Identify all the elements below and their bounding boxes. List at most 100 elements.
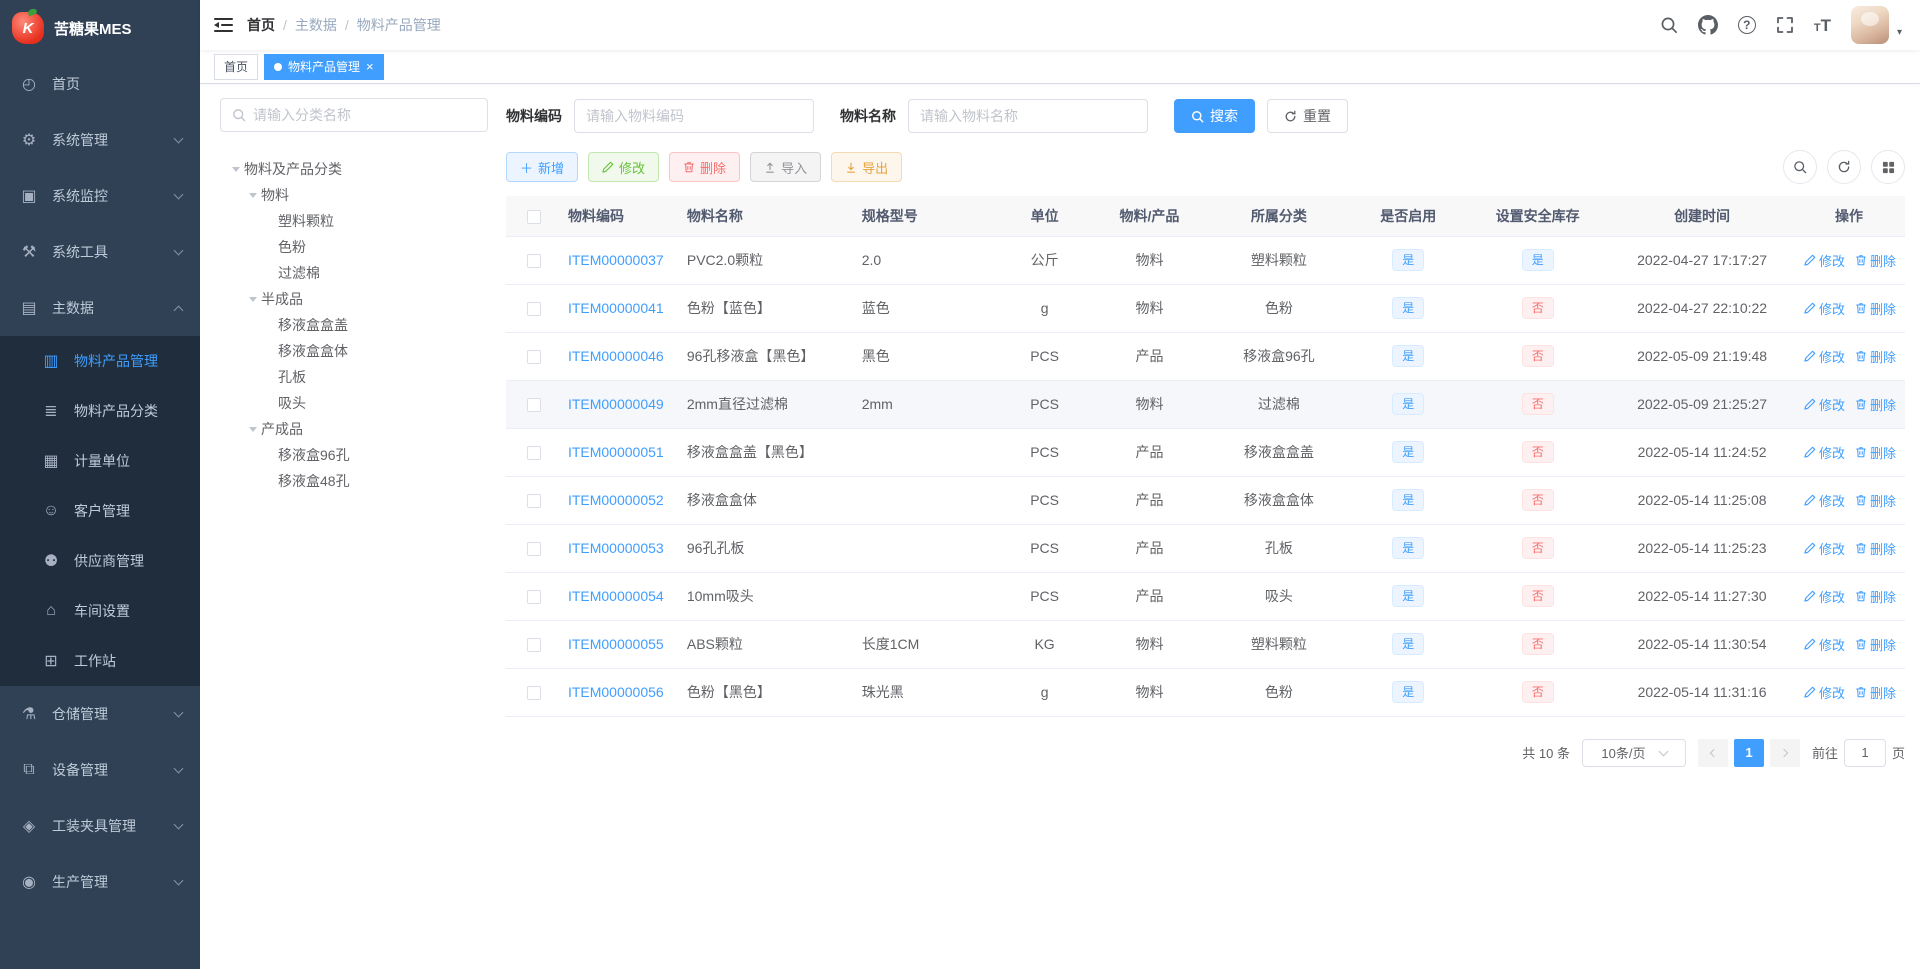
help-icon[interactable]: ?	[1737, 16, 1756, 34]
tree-node[interactable]: 塑料颗粒	[220, 208, 488, 234]
row-edit-link[interactable]: 修改	[1804, 395, 1845, 414]
import-button[interactable]: 导入	[750, 152, 822, 182]
row-edit-link[interactable]: 修改	[1804, 491, 1845, 510]
row-edit-link[interactable]: 修改	[1804, 443, 1845, 462]
sidebar-item-production[interactable]: ◉ 生产管理	[0, 854, 200, 910]
row-edit-link[interactable]: 修改	[1804, 251, 1845, 270]
tree-node[interactable]: 半成品	[220, 286, 488, 312]
github-icon[interactable]	[1697, 15, 1718, 35]
sidebar-item-fixture[interactable]: ◈ 工装夹具管理	[0, 798, 200, 854]
sidebar-item-workshop[interactable]: ⌂ 车间设置	[0, 586, 200, 636]
tree-node[interactable]: 移液盒96孔	[220, 442, 488, 468]
refresh-button[interactable]	[1827, 150, 1861, 184]
breadcrumb-item[interactable]: 主数据	[295, 15, 337, 35]
sidebar-item-device[interactable]: ⧉ 设备管理	[0, 742, 200, 798]
row-checkbox[interactable]	[526, 302, 541, 317]
item-code-link[interactable]: ITEM00000046	[568, 348, 664, 364]
reset-button[interactable]: 重置	[1267, 99, 1348, 133]
delete-button[interactable]: 删除	[669, 152, 741, 182]
tree-node[interactable]: 移液盒盒体	[220, 338, 488, 364]
select-all-checkbox[interactable]	[526, 209, 541, 224]
row-delete-link[interactable]: 删除	[1855, 491, 1896, 510]
row-checkbox[interactable]	[526, 590, 541, 605]
edit-button[interactable]: 修改	[588, 152, 660, 182]
row-delete-link[interactable]: 删除	[1855, 347, 1896, 366]
export-button[interactable]: 导出	[831, 152, 903, 182]
tree-node[interactable]: 孔板	[220, 364, 488, 390]
sidebar-item-dashboard[interactable]: ◴ 首页	[0, 56, 200, 112]
prev-page-button[interactable]	[1697, 738, 1728, 767]
code-filter-input[interactable]	[586, 108, 802, 124]
sidebar-item-category-list[interactable]: ≣ 物料产品分类	[0, 386, 200, 436]
search-icon[interactable]	[1660, 16, 1678, 34]
row-delete-link[interactable]: 删除	[1855, 443, 1896, 462]
close-icon[interactable]: ×	[366, 60, 374, 73]
user-dropdown-caret-icon[interactable]: ▾	[1897, 27, 1902, 38]
row-edit-link[interactable]: 修改	[1804, 635, 1845, 654]
row-delete-link[interactable]: 删除	[1855, 251, 1896, 270]
row-edit-link[interactable]: 修改	[1804, 347, 1845, 366]
name-filter-input[interactable]	[920, 108, 1136, 124]
tree-node[interactable]: 产成品	[220, 416, 488, 442]
row-edit-link[interactable]: 修改	[1804, 299, 1845, 318]
sidebar-item-document[interactable]: ▤ 主数据	[0, 280, 200, 336]
row-checkbox[interactable]	[526, 542, 541, 557]
sidebar-item-monitor[interactable]: ▣ 系统监控	[0, 168, 200, 224]
row-checkbox[interactable]	[526, 350, 541, 365]
item-code-link[interactable]: ITEM00000037	[568, 252, 664, 268]
item-code-link[interactable]: ITEM00000052	[568, 492, 664, 508]
item-code-link[interactable]: ITEM00000055	[568, 636, 664, 652]
tab-0[interactable]: 首页	[214, 53, 259, 80]
row-checkbox[interactable]	[526, 686, 541, 701]
tree-node[interactable]: 移液盒盒盖	[220, 312, 488, 338]
row-checkbox[interactable]	[526, 446, 541, 461]
page-size-select[interactable]: 10条/页	[1581, 738, 1686, 767]
avatar[interactable]	[1850, 6, 1889, 44]
row-checkbox[interactable]	[526, 638, 541, 653]
sidebar-item-tool[interactable]: ⚒ 系统工具	[0, 224, 200, 280]
sidebar-item-warehouse[interactable]: ⚗ 仓储管理	[0, 686, 200, 742]
search-button[interactable]: 搜索	[1174, 99, 1255, 133]
row-delete-link[interactable]: 删除	[1855, 635, 1896, 654]
row-checkbox[interactable]	[526, 494, 541, 509]
row-delete-link[interactable]: 删除	[1855, 299, 1896, 318]
goto-page-input[interactable]	[1843, 738, 1886, 767]
breadcrumb-item[interactable]: 首页	[247, 15, 275, 35]
row-checkbox[interactable]	[526, 254, 541, 269]
tree-expand-caret-icon[interactable]	[245, 192, 261, 198]
sidebar-item-workstation[interactable]: ⊞ 工作站	[0, 636, 200, 686]
row-delete-link[interactable]: 删除	[1855, 539, 1896, 558]
row-edit-link[interactable]: 修改	[1804, 539, 1845, 558]
row-edit-link[interactable]: 修改	[1804, 587, 1845, 606]
tree-expand-caret-icon[interactable]	[245, 426, 261, 432]
row-checkbox[interactable]	[526, 398, 541, 413]
show-search-toggle-button[interactable]	[1783, 150, 1817, 184]
item-code-link[interactable]: ITEM00000041	[568, 300, 664, 316]
tree-node[interactable]: 物料	[220, 182, 488, 208]
add-button[interactable]: ＋ 新增	[506, 152, 579, 182]
row-delete-link[interactable]: 删除	[1855, 395, 1896, 414]
item-code-link[interactable]: ITEM00000049	[568, 396, 664, 412]
tab-active[interactable]: 物料产品管理 ×	[264, 53, 384, 80]
row-delete-link[interactable]: 删除	[1855, 683, 1896, 702]
tree-expand-caret-icon[interactable]	[228, 166, 244, 172]
item-code-link[interactable]: ITEM00000053	[568, 540, 664, 556]
item-code-link[interactable]: ITEM00000056	[568, 684, 664, 700]
tree-expand-caret-icon[interactable]	[245, 296, 261, 302]
tree-node[interactable]: 过滤棉	[220, 260, 488, 286]
tree-node[interactable]: 移液盒48孔	[220, 468, 488, 494]
font-size-icon[interactable]: TT	[1814, 17, 1831, 34]
sidebar-item-gear[interactable]: ⚙ 系统管理	[0, 112, 200, 168]
fullscreen-icon[interactable]	[1776, 16, 1794, 34]
tree-search-input[interactable]	[253, 107, 476, 123]
sidebar-item-customer[interactable]: ☺ 客户管理	[0, 486, 200, 536]
row-edit-link[interactable]: 修改	[1804, 683, 1845, 702]
column-settings-button[interactable]	[1871, 150, 1905, 184]
item-code-link[interactable]: ITEM00000054	[568, 588, 664, 604]
item-code-link[interactable]: ITEM00000051	[568, 444, 664, 460]
tree-node[interactable]: 色粉	[220, 234, 488, 260]
sidebar-item-supplier[interactable]: ⚉ 供应商管理	[0, 536, 200, 586]
tree-node[interactable]: 吸头	[220, 390, 488, 416]
sidebar-item-product[interactable]: ▥ 物料产品管理	[0, 336, 200, 386]
row-delete-link[interactable]: 删除	[1855, 587, 1896, 606]
